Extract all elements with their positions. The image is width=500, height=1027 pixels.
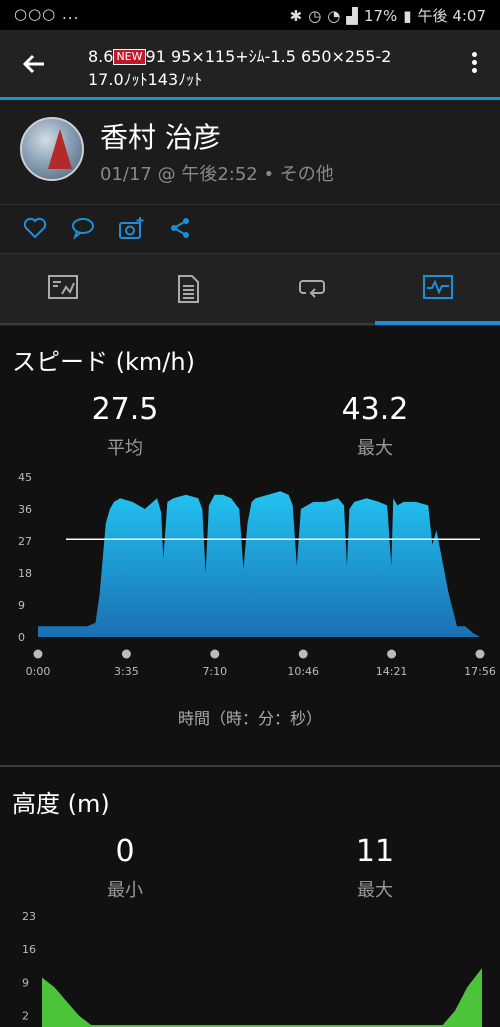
speed-x-tick-dot [33,649,43,659]
more-options-icon[interactable] [464,50,484,78]
wifi-icon: ◔ [327,6,341,25]
active-tab-indicator [375,321,500,325]
app-bar: 8.6 NEW 91 95×115+ｼﾑ-1.5 650×255-2 17.0ﾉｯﾄ… [0,30,500,98]
user-name[interactable]: 香村 治彦 [100,116,221,156]
elevation-max-value: 11 [355,834,395,869]
battery-percent: 17% [363,6,398,25]
activity-title-line1: 8.6 NEW 91 95×115+ｼﾑ-1.5 650×255-2 [88,43,391,67]
elevation-min-value: 0 [115,834,135,869]
tab-details[interactable] [125,254,250,326]
speed-x-tick-label: 7:10 [202,665,227,678]
speed-y-tick-label: 36 [18,503,32,516]
avatar[interactable] [20,117,84,181]
back-arrow-icon[interactable] [18,48,50,80]
laps-icon [299,280,325,298]
share-icon[interactable] [168,215,194,241]
bluetooth-icon: ✱ [289,6,303,25]
speed-title: スピード (km/h) [12,348,195,376]
elevation-area-series [42,968,482,1027]
speed-max-label: 最大 [357,438,393,459]
tab-summary[interactable] [0,254,125,326]
status-bar: ○○○ ... ✱ ◷ ◔ ▟ 17% ▮ 午後 4:07 [0,0,500,30]
speed-avg-label: 平均 [107,438,143,459]
title-suffix: 91 95×115+ｼﾑ-1.5 650×255-2 [145,47,392,66]
camera-add-icon[interactable] [118,215,144,241]
speed-x-tick-dot [387,649,397,659]
profile-header: 香村 治彦 01/17 @ 午後2:52 • その他 [0,100,500,204]
speed-y-tick-label: 27 [18,535,32,548]
elevation-y-tick-label: 16 [22,943,36,956]
elevation-y-tick-label: 9 [22,976,29,989]
speed-y-tick-label: 18 [18,567,32,580]
elevation-chart: 2 9 16 23 [22,910,482,1027]
speed-x-tick-dot [298,649,308,659]
new-badge: NEW [113,49,146,65]
speed-x-axis-caption: 時間（時：分：秒） [177,709,322,728]
activity-meta: 01/17 @ 午後2:52 • その他 [100,164,334,185]
speed-x-tick-dot [210,649,220,659]
speed-x-tick-label: 17:56 [464,665,496,678]
speed-x-tick-dot [121,649,131,659]
activity-title-line2: 17.0ﾉｯﾄ143ﾉｯﾄ [88,70,203,89]
notification-icons: ○○○ ... [14,5,80,23]
speed-x-tick-label: 10:46 [287,665,319,678]
speed-x-tick-label: 14:21 [376,665,408,678]
action-bar [0,205,500,253]
heart-icon[interactable] [22,215,48,241]
speed-y-tick-label: 45 [18,471,32,484]
elevation-min-label: 最小 [107,880,143,901]
speed-y-tick-label: 0 [18,631,25,644]
comment-icon[interactable] [70,215,96,241]
tab-charts[interactable] [375,254,500,326]
elevation-title: 高度 (m) [12,790,110,818]
speed-x-tick-label: 3:35 [114,665,139,678]
speed-x-tick-label: 0:00 [26,665,51,678]
details-icon [178,275,199,303]
signal-icon: ▟ [346,6,358,25]
elevation-max-label: 最大 [357,880,393,901]
tab-laps[interactable] [250,254,375,326]
speed-chart: 0 9 18 27 36 45 0:00 3:35 7:10 10:46 14:21 17:56 [18,471,496,678]
speed-y-tick-label: 9 [18,599,25,612]
section-divider [0,765,500,767]
elevation-y-tick-label: 2 [22,1010,29,1023]
alarm-icon: ◷ [308,6,322,25]
battery-icon: ▮ [403,6,412,25]
charts-icon [423,275,453,299]
tab-bar [0,254,500,326]
speed-avg-value: 27.5 [91,392,159,427]
speed-x-tick-dot [475,649,485,659]
elevation-y-tick-label: 23 [22,910,36,923]
status-right: ✱ ◷ ◔ ▟ 17% ▮ 午後 4:07 [290,5,486,26]
title-prefix: 8.6 [88,47,114,66]
summary-icon [48,275,78,299]
clock: 午後 4:07 [417,7,486,25]
speed-max-value: 43.2 [341,392,409,427]
speed-area-series [38,491,480,637]
